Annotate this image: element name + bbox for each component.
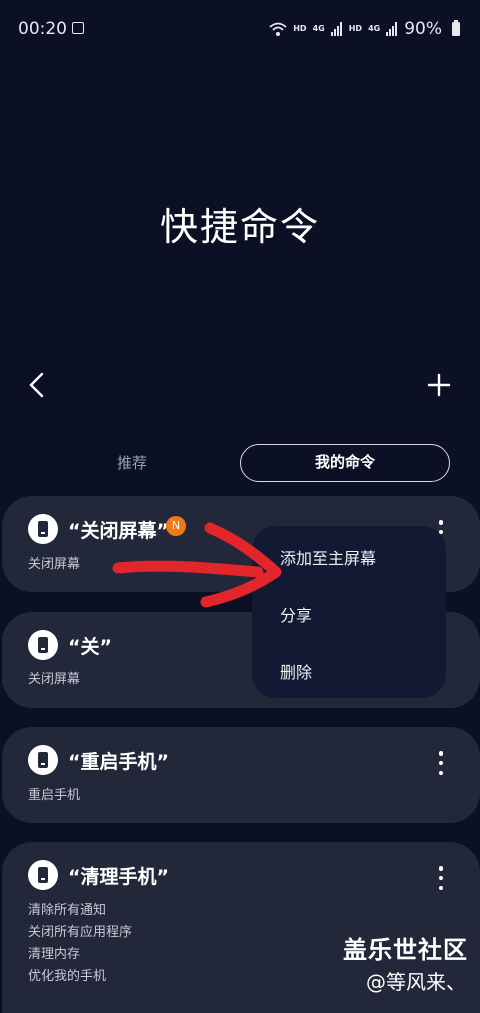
annotation-arrow-icon (112, 522, 282, 608)
watermark-site: 盖乐世社区 (343, 936, 468, 964)
watermark-author: @等风来、 (366, 970, 466, 994)
